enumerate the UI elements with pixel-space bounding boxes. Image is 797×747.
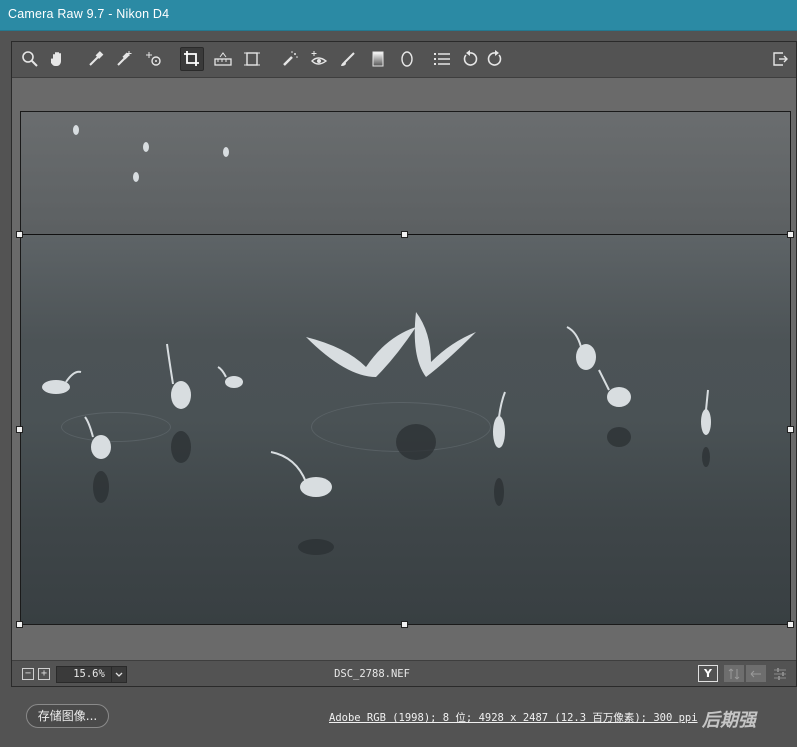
swap-settings-button[interactable] — [724, 665, 744, 682]
adjustment-brush-icon[interactable] — [336, 47, 360, 71]
preview-status-bar: − + 15.6% DSC_2788.NEF Y — [12, 660, 796, 686]
workflow-options-link[interactable]: Adobe RGB (1998); 8 位; 4928 x 2487 (12.3… — [329, 710, 698, 725]
footer: 存储图像... Adobe RGB (1998); 8 位; 4928 x 24… — [0, 688, 797, 747]
crop-handle-bottom-right[interactable] — [787, 621, 794, 628]
crop-handle-top-right[interactable] — [787, 231, 794, 238]
color-sampler-tool-icon[interactable] — [112, 47, 136, 71]
hand-tool-icon[interactable] — [46, 47, 70, 71]
crop-handle-right[interactable] — [787, 426, 794, 433]
zoom-tool-icon[interactable] — [18, 47, 42, 71]
copy-arrow-icon — [750, 670, 761, 677]
crop-handle-left[interactable] — [16, 426, 23, 433]
fullscreen-toggle-icon[interactable] — [768, 47, 792, 71]
before-after-label: Y — [704, 667, 712, 680]
file-name: DSC_2788.NEF — [334, 668, 410, 680]
before-after-toggle-button[interactable]: Y — [698, 665, 718, 682]
targeted-adjustment-tool-icon[interactable] — [142, 47, 166, 71]
crop-handle-bottom[interactable] — [401, 621, 408, 628]
red-eye-removal-icon[interactable] — [307, 47, 331, 71]
radial-filter-icon[interactable] — [395, 47, 419, 71]
chevron-down-icon — [115, 672, 123, 677]
crop-handle-top-left[interactable] — [16, 231, 23, 238]
straighten-tool-icon[interactable] — [211, 47, 235, 71]
image-preview-area[interactable] — [12, 79, 796, 659]
swap-icon — [728, 668, 740, 679]
camera-raw-window: Camera Raw 9.7 - Nikon D4 − + 15.6% DSC_… — [0, 0, 797, 747]
egrets-illustration — [42, 125, 711, 555]
zoom-out-button[interactable]: − — [22, 668, 34, 680]
crop-tool-icon[interactable] — [180, 47, 204, 71]
toolbar — [12, 42, 796, 78]
save-image-button[interactable]: 存储图像... — [26, 704, 109, 728]
rotate-cw-icon[interactable] — [483, 47, 507, 71]
transform-tool-icon[interactable] — [240, 47, 264, 71]
zoom-dropdown-button[interactable] — [111, 666, 127, 683]
window-title: Camera Raw 9.7 - Nikon D4 — [8, 7, 170, 21]
white-balance-tool-icon[interactable] — [84, 47, 108, 71]
photo-preview[interactable] — [20, 111, 791, 625]
zoom-in-button[interactable]: + — [38, 668, 50, 680]
preferences-icon[interactable] — [430, 47, 454, 71]
rotate-ccw-icon[interactable] — [458, 47, 482, 71]
copy-settings-button[interactable] — [746, 665, 766, 682]
sliders-icon — [774, 667, 786, 680]
crop-handle-top[interactable] — [401, 231, 408, 238]
graduated-filter-icon[interactable] — [366, 47, 390, 71]
title-bar: Camera Raw 9.7 - Nikon D4 — [0, 0, 797, 31]
watermark-logo: 后期强 — [702, 710, 756, 731]
crop-handle-bottom-left[interactable] — [16, 621, 23, 628]
spot-removal-tool-icon[interactable] — [278, 47, 302, 71]
toggle-settings-button[interactable] — [770, 665, 790, 682]
